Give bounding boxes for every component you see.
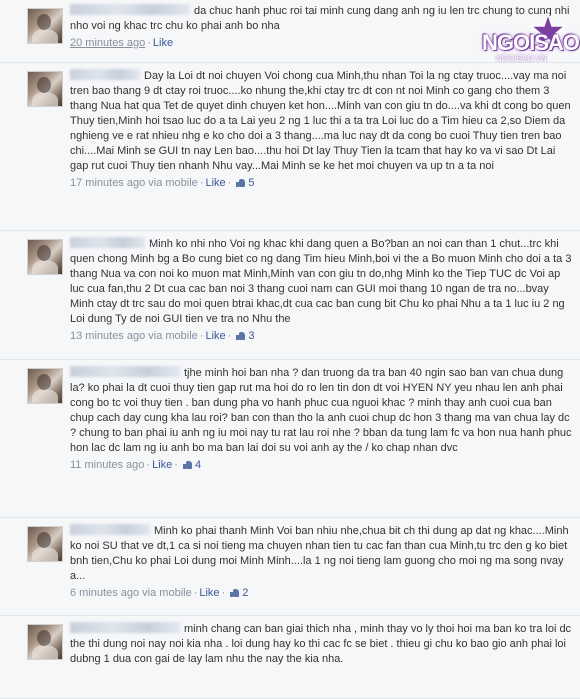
watermark-brand: NGOISAO (482, 30, 580, 55)
comment-via: via mobile (148, 330, 198, 342)
comment-body: Minh ko phai thanh Minh Voi ban nhiu nhe… (70, 524, 572, 584)
separator-dot: · (193, 587, 198, 599)
comment-text: tjhe minh hoi ban nha ? dan truong da tr… (70, 367, 572, 454)
comment-via: via mobile (142, 587, 192, 599)
avatar[interactable] (27, 526, 63, 562)
like-link[interactable]: Like (199, 587, 219, 599)
like-link[interactable]: Like (205, 330, 225, 342)
comment-time[interactable]: 13 minutes ago (70, 330, 145, 342)
comment-meta: 6 minutes ago via mobile · Like · 2 (70, 586, 572, 600)
comment-time[interactable]: 17 minutes ago (70, 177, 145, 189)
comment-meta: 17 minutes ago via mobile · Like · 5 (70, 176, 572, 190)
comment-time[interactable]: 20 minutes ago (70, 37, 145, 49)
like-count[interactable]: 4 (195, 459, 201, 471)
ngoisao-watermark-logo: NGOISAO NGOISAO.VN (482, 10, 580, 70)
comment-item: Day la Loi dt noi chuyen Voi chong cua M… (0, 63, 580, 231)
like-link[interactable]: Like (205, 177, 225, 189)
thumbs-up-icon[interactable] (230, 588, 240, 597)
like-link[interactable]: Like (152, 459, 172, 471)
separator-dot: · (221, 587, 226, 599)
like-link[interactable]: Like (153, 37, 173, 49)
avatar[interactable] (27, 239, 63, 275)
comment-text: Day la Loi dt noi chuyen Voi chong cua M… (70, 70, 571, 172)
author-name-blurred[interactable] (70, 366, 180, 377)
comment-meta: 13 minutes ago via mobile · Like · 3 (70, 329, 572, 343)
separator-dot: · (147, 37, 151, 49)
author-name-blurred[interactable] (70, 524, 150, 535)
thumbs-up-icon[interactable] (236, 331, 246, 340)
avatar[interactable] (27, 8, 63, 44)
comment-body: minh chang can ban giai thich nha , minh… (70, 622, 572, 667)
separator-dot: · (199, 330, 204, 342)
comment-item: Minh ko phai thanh Minh Voi ban nhiu nhe… (0, 518, 580, 616)
comment-body: tjhe minh hoi ban nha ? dan truong da tr… (70, 366, 572, 456)
comment-meta: 11 minutes ago · Like · 4 (70, 458, 572, 472)
author-name-blurred[interactable] (70, 622, 180, 633)
comment-time[interactable]: 6 minutes ago (70, 587, 139, 599)
thumbs-up-icon[interactable] (182, 460, 192, 469)
separator-dot: · (227, 177, 232, 189)
like-count[interactable]: 3 (248, 330, 254, 342)
comment-body: Day la Loi dt noi chuyen Voi chong cua M… (70, 69, 572, 174)
watermark-sub: NGOISAO.VN (496, 54, 547, 63)
like-count[interactable]: 2 (242, 587, 248, 599)
author-name-blurred[interactable] (70, 4, 190, 15)
separator-dot: · (199, 177, 204, 189)
avatar[interactable] (27, 71, 63, 107)
separator-dot: · (174, 459, 178, 471)
like-count[interactable]: 5 (248, 177, 254, 189)
comment-feed: da chuc hanh phuc roi tai minh cung dang… (0, 0, 580, 699)
comment-text: Minh ko nhi nho Voi ng khac khi dang que… (70, 238, 572, 325)
author-name-blurred[interactable] (70, 237, 145, 248)
thumbs-up-icon[interactable] (236, 178, 246, 187)
avatar[interactable] (27, 368, 63, 404)
author-name-blurred[interactable] (70, 69, 140, 80)
comment-via: via mobile (148, 177, 198, 189)
comment-time[interactable]: 11 minutes ago (70, 459, 144, 471)
comment-item: minh chang can ban giai thich nha , minh… (0, 616, 580, 699)
separator-dot: · (227, 330, 232, 342)
separator-dot: · (146, 459, 151, 471)
comment-body: Minh ko nhi nho Voi ng khac khi dang que… (70, 237, 572, 327)
avatar[interactable] (27, 624, 63, 660)
comment-item: tjhe minh hoi ban nha ? dan truong da tr… (0, 360, 580, 518)
comment-item: Minh ko nhi nho Voi ng khac khi dang que… (0, 231, 580, 360)
